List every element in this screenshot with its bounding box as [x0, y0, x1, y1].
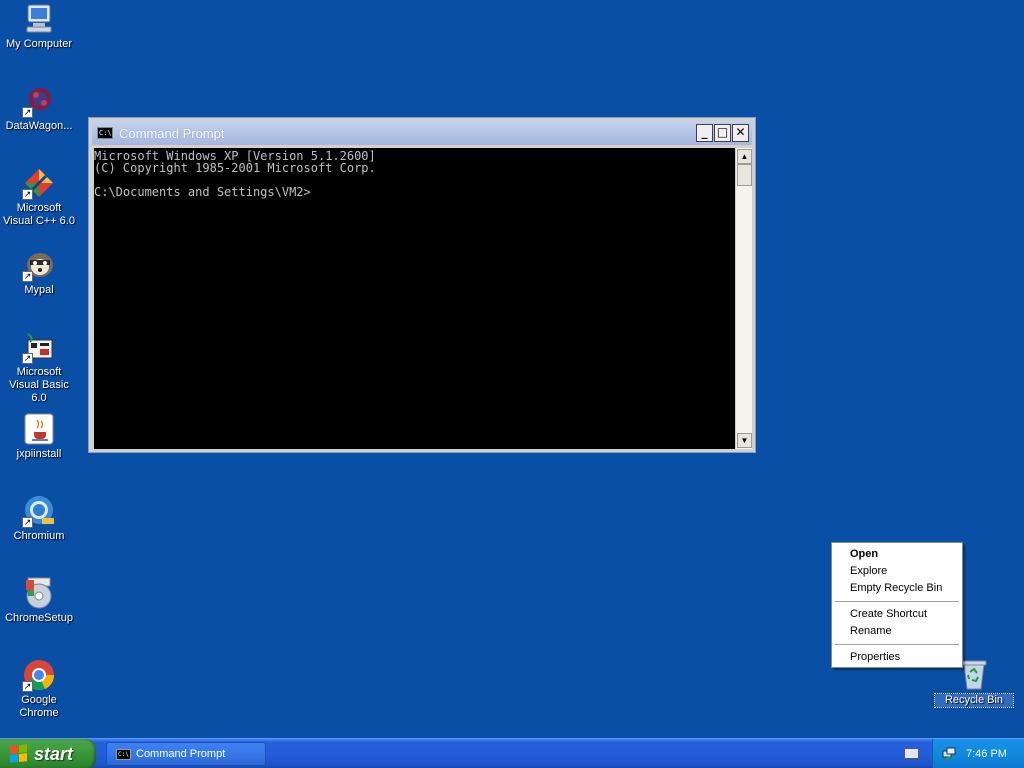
command-prompt-window[interactable]: C:\ Command Prompt _ □ ✕ Microsoft Windo… — [88, 117, 756, 453]
desktop-icon-google-chrome[interactable]: ↗ Google Chrome — [0, 658, 78, 720]
taskbar-button-label: Command Prompt — [136, 748, 226, 760]
desktop-icon-label: DataWagon... — [5, 120, 73, 132]
datawagon-icon: ↗ — [22, 84, 56, 118]
system-tray: 7:46 PM — [932, 739, 1024, 768]
shortcut-arrow-icon: ↗ — [22, 517, 33, 528]
menu-item-explore[interactable]: Explore — [832, 563, 962, 580]
java-icon — [22, 412, 56, 446]
desktop-icon-visual-cpp[interactable]: ↗ Microsoft Visual C++ 6.0 — [0, 166, 78, 228]
vertical-scrollbar[interactable]: ▲ ▼ — [735, 148, 752, 449]
menu-item-properties[interactable]: Properties — [832, 649, 962, 666]
keyboard-icon[interactable] — [904, 748, 919, 759]
scroll-up-button[interactable]: ▲ — [737, 149, 752, 164]
menu-item-create-shortcut[interactable]: Create Shortcut — [832, 606, 962, 623]
visual-basic-icon: ↗ — [22, 330, 56, 364]
cmd-icon: C:\ — [116, 748, 131, 760]
menu-item-empty-recycle-bin[interactable]: Empty Recycle Bin — [832, 580, 962, 597]
shortcut-arrow-icon: ↗ — [22, 107, 33, 118]
google-chrome-icon: ↗ — [22, 658, 56, 692]
window-title: Command Prompt — [119, 125, 225, 141]
scroll-thumb[interactable] — [737, 164, 752, 186]
desktop-icon-jxpiinstall[interactable]: jxpiinstall — [0, 412, 78, 461]
desktop-icon-my-computer[interactable]: My Computer — [0, 2, 78, 51]
window-controls: _ □ ✕ — [696, 124, 749, 142]
menu-separator — [835, 644, 959, 645]
desktop-icon-label: My Computer — [5, 38, 73, 50]
maximize-button[interactable]: □ — [714, 124, 731, 142]
desktop-icon-label: Recycle Bin — [934, 693, 1014, 708]
windows-logo-icon — [10, 744, 28, 764]
start-label: start — [34, 743, 74, 764]
desktop-icon-datawagon[interactable]: ↗ DataWagon... — [0, 84, 78, 133]
desktop-icon-label: Chromium — [13, 530, 65, 542]
close-button[interactable]: ✕ — [732, 124, 749, 142]
desktop-icon-chromesetup[interactable]: ChromeSetup — [0, 576, 78, 625]
desktop-icon-mypal[interactable]: ↗ Mypal — [0, 248, 78, 297]
cmd-icon: C:\ — [97, 127, 113, 139]
my-computer-icon — [22, 2, 56, 36]
desktop-icon-visual-basic[interactable]: ↗ Microsoft Visual Basic 6.0 — [0, 330, 78, 405]
shortcut-arrow-icon: ↗ — [22, 271, 33, 282]
console-output[interactable]: Microsoft Windows XP [Version 5.1.2600](… — [94, 148, 735, 449]
desktop-icon-label: Microsoft Visual Basic 6.0 — [9, 366, 69, 404]
desktop-icon-chromium[interactable]: ↗ Chromium — [0, 494, 78, 543]
shortcut-arrow-icon: ↗ — [22, 681, 33, 692]
chromium-icon: ↗ — [22, 494, 56, 528]
clock[interactable]: 7:46 PM — [966, 748, 1007, 760]
menu-separator — [835, 601, 959, 602]
console-prompt-line: C:\Documents and Settings\VM2> — [94, 185, 311, 199]
desktop-icon-label: Mypal — [24, 284, 54, 296]
console-line: (C) Copyright 1985-2001 Microsoft Corp. — [94, 161, 376, 175]
desktop: { "desktop": { "icons": [ {"label": "My … — [0, 0, 1024, 768]
context-menu: Open Explore Empty Recycle Bin Create Sh… — [831, 542, 963, 668]
mypal-icon: ↗ — [22, 248, 56, 282]
taskbar-button-command-prompt[interactable]: C:\ Command Prompt — [106, 742, 266, 766]
scroll-down-button[interactable]: ▼ — [737, 433, 752, 448]
menu-item-rename[interactable]: Rename — [832, 623, 962, 640]
visual-cpp-icon: ↗ — [22, 166, 56, 200]
minimize-button[interactable]: _ — [696, 124, 713, 142]
shortcut-arrow-icon: ↗ — [22, 189, 33, 200]
desktop-icon-label: ChromeSetup — [5, 612, 73, 624]
start-button[interactable]: start — [0, 739, 96, 768]
desktop-icon-label: jxpiinstall — [16, 448, 62, 460]
network-icon[interactable] — [942, 747, 956, 761]
shortcut-arrow-icon: ↗ — [22, 353, 33, 364]
window-titlebar[interactable]: C:\ Command Prompt _ □ ✕ — [92, 121, 752, 145]
taskbar: start C:\ Command Prompt 7:46 PM — [0, 738, 1024, 768]
menu-item-open[interactable]: Open — [832, 546, 962, 563]
desktop-icon-label: Microsoft Visual C++ 6.0 — [3, 202, 75, 227]
chrome-setup-icon — [22, 576, 56, 610]
desktop-icon-label: Google Chrome — [19, 694, 59, 719]
